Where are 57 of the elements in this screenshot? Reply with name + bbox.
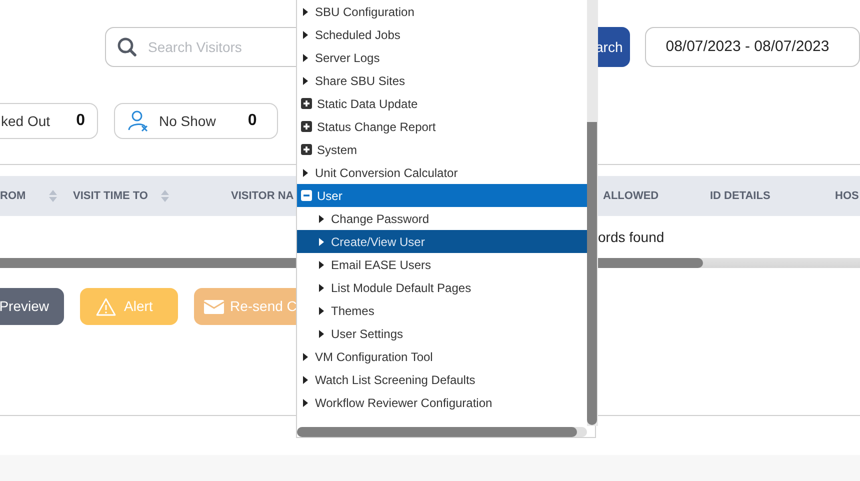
caret-icon xyxy=(303,76,308,84)
warning-icon xyxy=(96,298,116,316)
column-header[interactable]: ROM xyxy=(0,188,26,204)
column-header[interactable]: VISIT TIME TO xyxy=(73,188,148,204)
caret-icon xyxy=(319,238,324,246)
caret-icon xyxy=(319,214,324,222)
column-header[interactable]: ID DETAILS xyxy=(710,188,770,204)
menu-item[interactable]: Share SBU Sites xyxy=(297,69,587,92)
caret-icon xyxy=(319,260,324,268)
caret-icon xyxy=(319,330,324,338)
caret-icon xyxy=(303,376,308,384)
menu-item[interactable]: VM Configuration Tool xyxy=(297,345,587,368)
horizontal-scrollbar[interactable] xyxy=(297,427,587,437)
caret-icon xyxy=(303,54,308,62)
date-range-field[interactable]: 08/07/2023 - 08/07/2023 xyxy=(644,27,860,67)
stat-card[interactable]: No Show 0 xyxy=(114,103,278,139)
preview-button[interactable]: Preview xyxy=(0,288,64,325)
empty-message: ords found xyxy=(598,228,664,246)
menu-item[interactable]: Create/View User xyxy=(297,230,587,253)
plus-box-icon xyxy=(301,144,312,155)
menu-item[interactable]: Static Data Update xyxy=(297,92,587,115)
plus-box-icon xyxy=(301,121,312,132)
menu-item[interactable]: Watch List Screening Defaults xyxy=(297,368,587,391)
sort-icon xyxy=(48,190,57,202)
vertical-scrollbar[interactable] xyxy=(587,0,598,426)
menu-item[interactable]: User xyxy=(297,184,587,207)
plus-box-icon xyxy=(301,98,312,109)
stat-card[interactable]: ked Out 0 xyxy=(0,103,98,139)
stat-count: 0 xyxy=(248,111,257,131)
envelope-icon xyxy=(204,298,224,314)
search-icon xyxy=(117,37,137,57)
minus-box-icon xyxy=(301,190,312,201)
column-header[interactable]: HOS xyxy=(835,188,859,204)
menu-item[interactable]: User Settings xyxy=(297,322,587,345)
column-header[interactable]: ALLOWED xyxy=(603,188,659,204)
menu-item[interactable]: Server Logs xyxy=(297,46,587,69)
caret-icon xyxy=(303,8,308,16)
caret-icon xyxy=(303,168,308,176)
caret-icon xyxy=(303,30,308,38)
menu-item[interactable]: System xyxy=(297,138,587,161)
stat-label: ked Out xyxy=(1,112,50,130)
user-x-icon xyxy=(127,110,149,132)
stat-label: No Show xyxy=(159,112,216,130)
caret-icon xyxy=(303,352,308,360)
stat-count: 0 xyxy=(76,111,85,131)
menu-item[interactable]: Scheduled Jobs xyxy=(297,23,587,46)
caret-icon xyxy=(319,284,324,292)
menu-item[interactable]: SBU Configuration xyxy=(297,0,587,23)
column-header[interactable]: VISITOR NA xyxy=(231,188,294,204)
caret-icon xyxy=(303,398,308,406)
menu-item[interactable]: Unit Conversion Calculator xyxy=(297,161,587,184)
menu-item[interactable]: Email EASE Users xyxy=(297,253,587,276)
sort-icon xyxy=(160,190,169,202)
menu-item[interactable]: Change Password xyxy=(297,207,587,230)
menu-item[interactable]: Status Change Report xyxy=(297,115,587,138)
menu-item[interactable]: Workflow Reviewer Configuration xyxy=(297,391,587,414)
caret-icon xyxy=(319,306,324,314)
